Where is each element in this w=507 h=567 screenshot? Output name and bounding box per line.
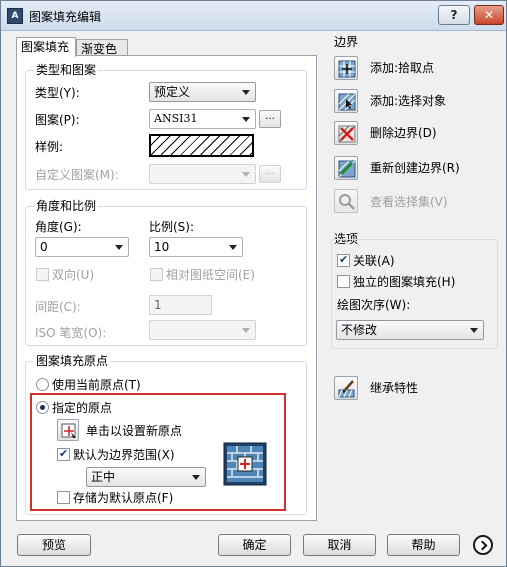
double-checkbox[interactable] bbox=[36, 268, 49, 281]
default-extents-checkbox[interactable] bbox=[57, 447, 70, 461]
default-extents-label: 默认为边界范围(X) bbox=[73, 448, 175, 462]
pattern-browse-button[interactable]: ... bbox=[259, 110, 281, 128]
crosshair-icon bbox=[61, 423, 76, 438]
remove-boundaries-button[interactable] bbox=[334, 121, 358, 145]
help-button[interactable]: 帮助 bbox=[387, 534, 460, 556]
recreate-boundary-icon bbox=[338, 160, 356, 178]
store-default-origin-label: 存储为默认原点(F) bbox=[73, 491, 174, 505]
chevron-down-icon bbox=[242, 90, 250, 95]
store-default-origin-checkbox[interactable] bbox=[57, 491, 70, 504]
type-label: 类型(Y): bbox=[35, 86, 80, 100]
custom-pattern-label: 自定义图案(M): bbox=[35, 168, 119, 182]
remove-boundaries-label: 删除边界(D) bbox=[370, 126, 437, 140]
autocad-app-icon: A bbox=[7, 8, 23, 24]
recreate-boundary-label: 重新创建边界(R) bbox=[370, 161, 460, 175]
chevron-down-icon bbox=[470, 328, 478, 333]
type-select[interactable]: 预定义 bbox=[149, 82, 256, 102]
independent-hatch-checkbox[interactable] bbox=[337, 275, 350, 288]
set-origin-button[interactable] bbox=[57, 419, 79, 441]
iso-pen-width-select[interactable] bbox=[149, 320, 256, 340]
pattern-value: ANSI31 bbox=[154, 112, 198, 125]
hatch-origin-title: 图案填充原点 bbox=[34, 354, 111, 368]
independent-hatch-label: 独立的图案填充(H) bbox=[353, 275, 456, 289]
spacing-label: 间距(C): bbox=[35, 300, 81, 314]
extents-position-select[interactable]: 正中 bbox=[86, 467, 206, 487]
angle-value: 0 bbox=[40, 240, 48, 254]
extents-position-value: 正中 bbox=[91, 470, 116, 484]
add-select-objects-label: 添加:选择对象 bbox=[370, 94, 447, 108]
draw-order-label: 绘图次序(W): bbox=[337, 298, 411, 312]
scale-value: 10 bbox=[154, 240, 170, 254]
recreate-boundary-button[interactable] bbox=[334, 156, 358, 180]
inherit-properties-button[interactable] bbox=[334, 376, 358, 400]
select-objects-icon bbox=[338, 93, 356, 111]
chevron-down-icon bbox=[192, 475, 200, 480]
chevron-down-icon bbox=[242, 328, 250, 333]
chevron-down-icon bbox=[229, 245, 237, 250]
tab-gradient[interactable]: 渐变色 bbox=[76, 39, 128, 56]
help-title-button[interactable]: ? bbox=[438, 5, 470, 25]
view-selections-label: 查看选择集(V) bbox=[370, 195, 448, 209]
chevron-down-icon bbox=[242, 117, 250, 122]
associative-label: 关联(A) bbox=[353, 254, 395, 268]
preview-button[interactable]: 预览 bbox=[17, 534, 91, 556]
type-pattern-group: 类型和图案 类型(Y): 预定义 图案(P): ANSI31 ... 样例: 自… bbox=[25, 63, 307, 190]
view-selections-button[interactable] bbox=[334, 189, 358, 213]
sample-label: 样例: bbox=[35, 140, 64, 154]
angle-select[interactable]: 0 bbox=[35, 237, 129, 257]
click-set-origin-label: 单击以设置新原点 bbox=[86, 424, 183, 438]
iso-pen-width-label: ISO 笔宽(O): bbox=[35, 326, 107, 340]
double-label: 双向(U) bbox=[52, 268, 95, 282]
options-group: 关联(A) 独立的图案填充(H) 绘图次序(W): 不修改 bbox=[331, 239, 498, 349]
paintbrush-icon bbox=[338, 380, 355, 398]
specified-origin-radio[interactable] bbox=[36, 401, 49, 414]
specified-origin-highlight: 指定的原点 单击以设置新原点 默认为边界范围(X) 正中 bbox=[30, 393, 286, 511]
use-current-origin-label: 使用当前原点(T) bbox=[52, 378, 141, 392]
more-options-icon[interactable] bbox=[473, 535, 493, 555]
tab-hatch[interactable]: 图案填充 bbox=[16, 37, 76, 57]
inherit-properties-label: 继承特性 bbox=[370, 381, 419, 395]
pattern-select[interactable]: ANSI31 bbox=[149, 109, 256, 129]
chevron-down-icon bbox=[115, 245, 123, 250]
angle-scale-title: 角度和比例 bbox=[34, 199, 99, 213]
pick-points-icon bbox=[338, 60, 356, 78]
boundaries-title: 边界 bbox=[334, 35, 359, 49]
angle-scale-group: 角度和比例 角度(G): 0 比例(S): 10 双向(U) 相对图纸空间(E)… bbox=[25, 199, 307, 346]
use-current-origin-radio[interactable] bbox=[36, 378, 49, 391]
scale-select[interactable]: 10 bbox=[149, 237, 243, 257]
specified-origin-label: 指定的原点 bbox=[52, 401, 113, 415]
custom-browse-button[interactable]: ... bbox=[259, 165, 281, 183]
cancel-button[interactable]: 取消 bbox=[303, 534, 376, 556]
pattern-label: 图案(P): bbox=[35, 113, 80, 127]
relative-paperspace-checkbox[interactable] bbox=[150, 268, 163, 281]
spacing-input[interactable]: 1 bbox=[149, 295, 212, 315]
chevron-down-icon bbox=[242, 172, 250, 177]
associative-checkbox[interactable] bbox=[337, 253, 350, 267]
angle-label: 角度(G): bbox=[35, 220, 82, 234]
close-button[interactable]: ✕ bbox=[474, 5, 504, 25]
pattern-sample-swatch[interactable] bbox=[149, 134, 254, 157]
magnifier-icon bbox=[339, 194, 355, 210]
type-value: 预定义 bbox=[154, 85, 191, 99]
scale-label: 比例(S): bbox=[149, 220, 195, 234]
add-pick-points-label: 添加:拾取点 bbox=[370, 61, 435, 75]
window-title: 图案填充编辑 bbox=[29, 10, 102, 24]
remove-boundaries-icon bbox=[338, 125, 356, 143]
type-pattern-title: 类型和图案 bbox=[34, 63, 99, 77]
add-pick-points-button[interactable] bbox=[334, 56, 358, 80]
add-select-objects-button[interactable] bbox=[334, 89, 358, 113]
origin-preview-icon bbox=[223, 442, 267, 486]
draw-order-value: 不修改 bbox=[341, 323, 378, 337]
custom-pattern-select[interactable] bbox=[149, 164, 256, 184]
title-bar: A 图案填充编辑 ? ✕ bbox=[1, 1, 506, 31]
draw-order-select[interactable]: 不修改 bbox=[336, 320, 484, 340]
ok-button[interactable]: 确定 bbox=[218, 534, 291, 556]
relative-paperspace-label: 相对图纸空间(E) bbox=[166, 268, 255, 282]
hatch-edit-dialog: A 图案填充编辑 ? ✕ 图案填充 渐变色 类型和图案 类型(Y): 预定义 图… bbox=[0, 0, 507, 567]
spacing-value: 1 bbox=[154, 298, 162, 312]
